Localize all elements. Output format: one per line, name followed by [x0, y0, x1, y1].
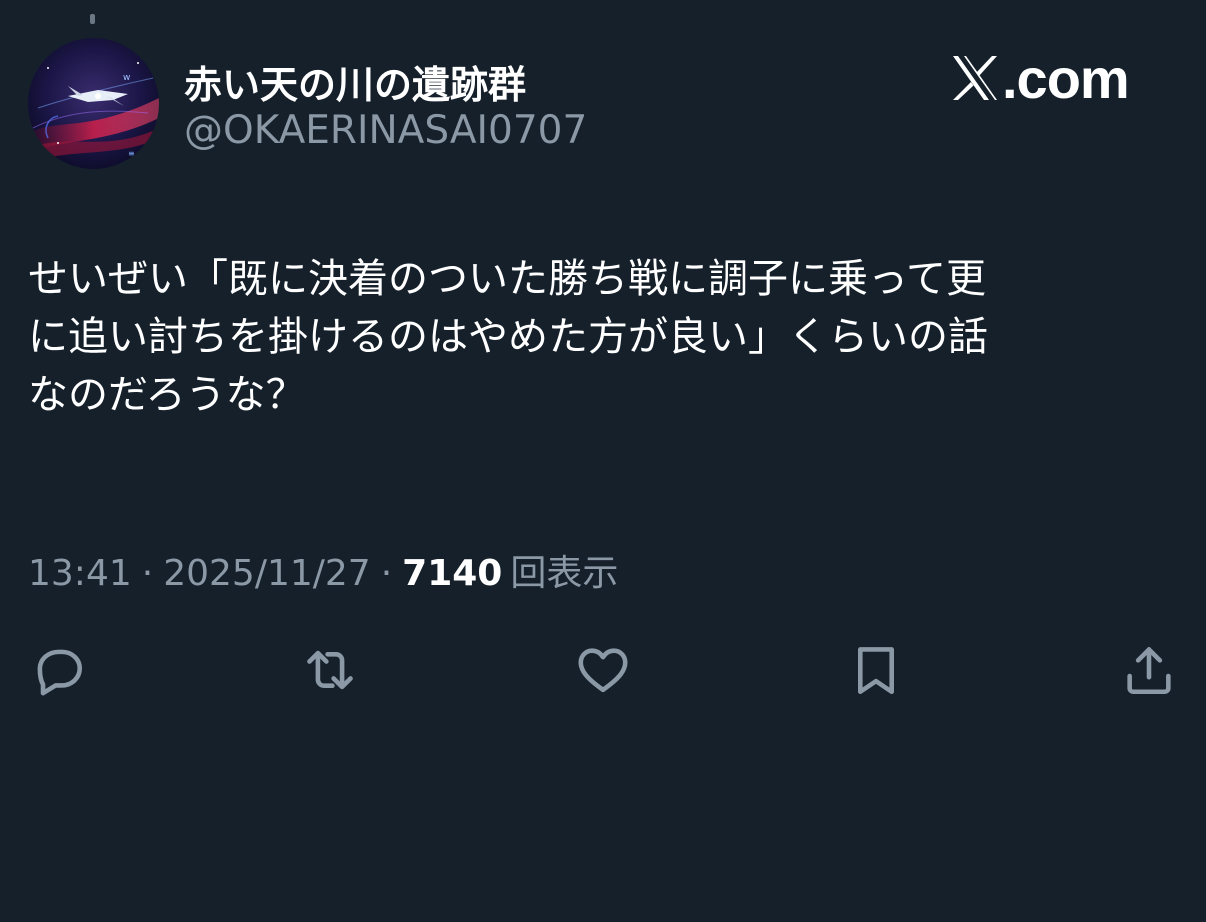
views-count[interactable]: 7140	[402, 553, 502, 594]
user-handle[interactable]: @OKAERINASAI0707	[184, 108, 587, 153]
like-button[interactable]	[573, 640, 633, 700]
tweet-text-line: なのだろうな？	[28, 372, 306, 418]
action-bar	[0, 640, 1206, 704]
share-button[interactable]	[1119, 640, 1179, 700]
top-indicator	[90, 14, 95, 24]
avatar[interactable]: w ≡	[28, 38, 159, 169]
display-name[interactable]: 赤い天の川の遺跡群	[184, 54, 526, 109]
views-label: 回表示	[510, 553, 619, 594]
tweet-time[interactable]: 13:41	[28, 553, 132, 594]
avatar-image: w ≡	[28, 38, 159, 169]
retweet-button[interactable]	[300, 640, 360, 700]
tweet-meta: 13:41 · 2025/11/27 · 7140 回表示	[28, 544, 618, 596]
bookmark-button[interactable]	[846, 640, 906, 700]
share-upload-icon	[1127, 647, 1171, 695]
speech-bubble-icon	[37, 649, 83, 696]
tweet-text: せいぜい「既に決着のついた勝ち戦に調子に乗って更 に追い討ちを掛けるのはやめた方…	[28, 250, 1188, 424]
tweet-text-line: に追い討ちを掛けるのはやめた方が良い」くらいの話	[28, 314, 988, 360]
x-logo-icon	[953, 56, 997, 100]
svg-text:w: w	[123, 73, 130, 83]
meta-separator: ·	[141, 553, 154, 594]
tweet-text-line: せいぜい「既に決着のついた勝ち戦に調子に乗って更	[28, 256, 986, 302]
svg-text:≡: ≡	[128, 149, 135, 158]
retweet-arrows-icon	[307, 650, 353, 690]
reply-button[interactable]	[28, 640, 88, 700]
meta-separator: ·	[380, 553, 393, 594]
tweet-date[interactable]: 2025/11/27	[163, 553, 371, 594]
brand-text: .com	[1002, 46, 1130, 110]
heart-icon	[578, 648, 628, 693]
bookmark-icon	[857, 647, 895, 695]
brand-logo: .com	[950, 46, 1130, 110]
